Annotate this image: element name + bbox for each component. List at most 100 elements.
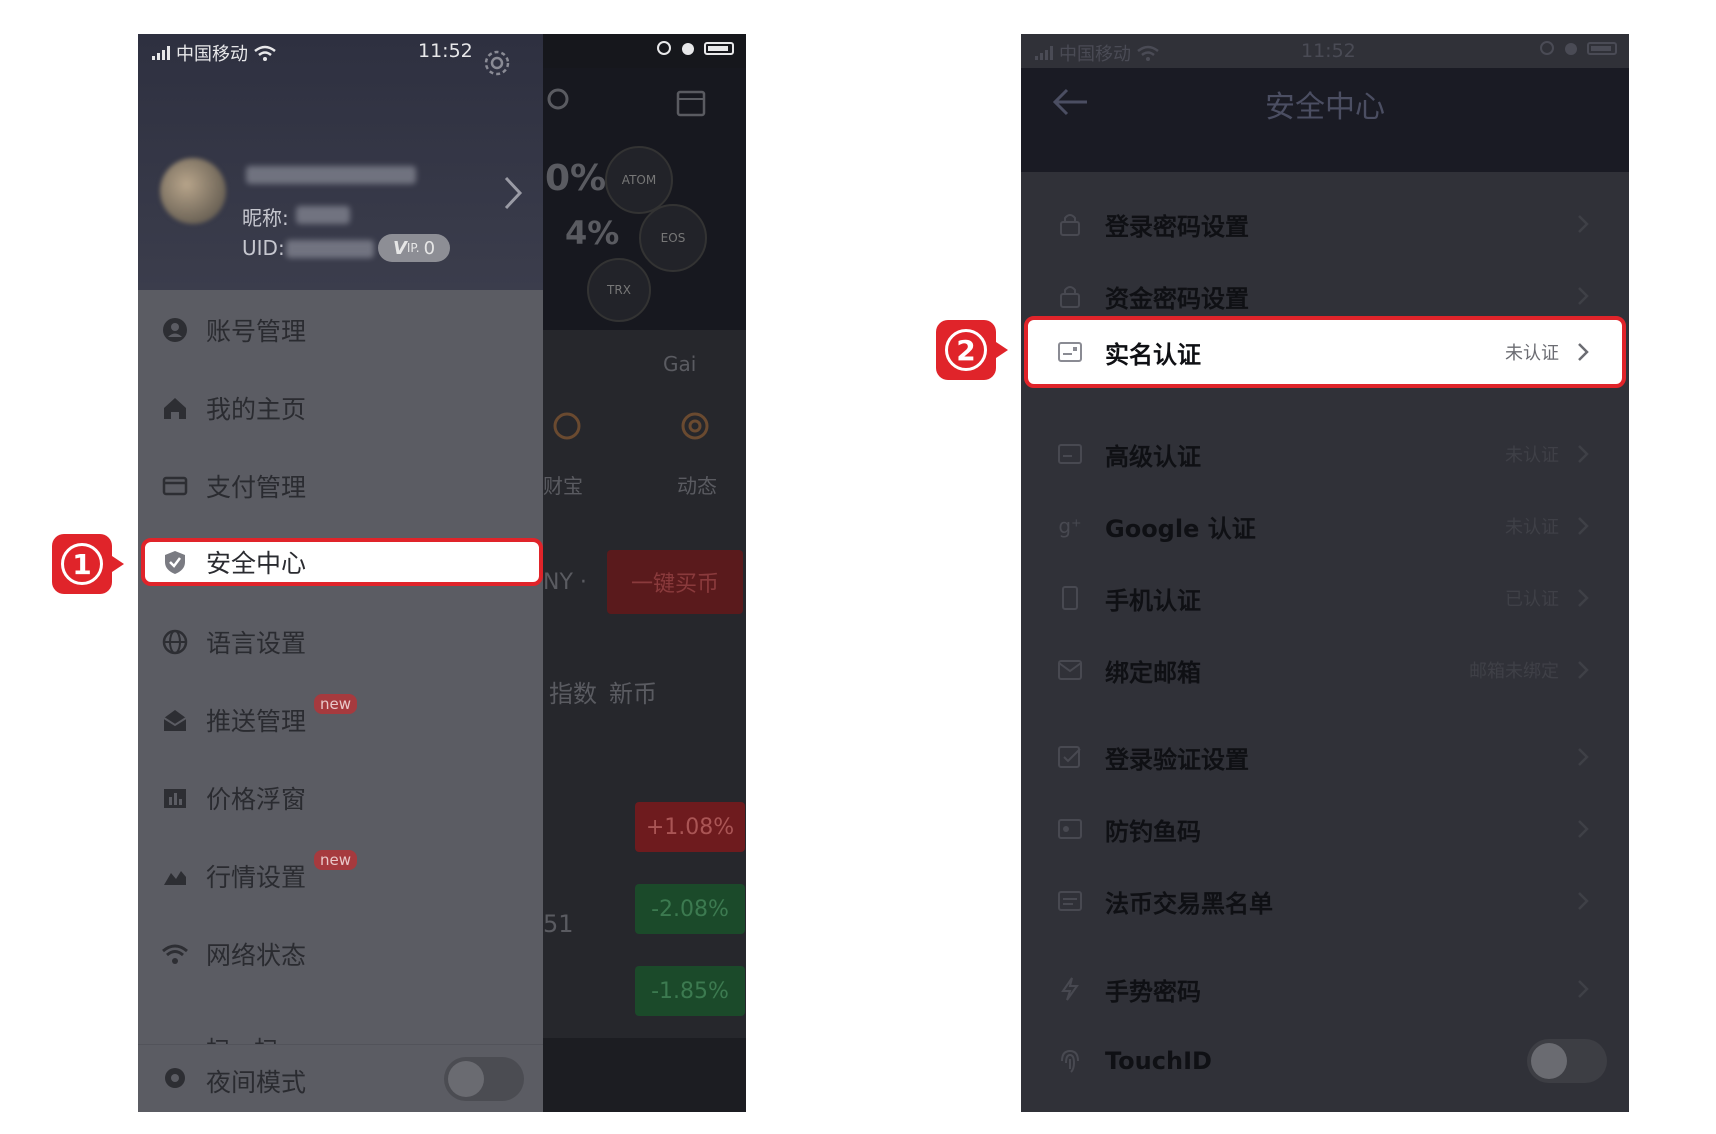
touchid-toggle[interactable] xyxy=(1527,1039,1607,1083)
check-box-icon xyxy=(1057,744,1083,770)
wifi-status-icon xyxy=(1137,45,1159,61)
uid-label: UID: xyxy=(242,236,285,260)
menu-item-network-status[interactable]: 网络状态 xyxy=(138,916,543,992)
coin-atom: ATOM xyxy=(605,146,673,214)
chevron-right-icon xyxy=(1577,820,1593,838)
menu-label: 支付管理 xyxy=(206,473,307,502)
row-status: 未认证 xyxy=(1505,445,1559,466)
avatar[interactable] xyxy=(160,158,226,224)
row-status: 未认证 xyxy=(1505,517,1559,538)
coin-trx: TRX xyxy=(587,258,651,322)
menu-item-language[interactable]: 语言设置 xyxy=(138,604,543,680)
row-fiat-blacklist[interactable]: 法币交易黑名单 xyxy=(1021,866,1629,936)
chevron-right-icon xyxy=(1577,215,1593,233)
new-badge: new xyxy=(314,694,358,714)
row-advanced-verification[interactable]: 高级认证 未认证 xyxy=(1021,419,1629,489)
rotation-lock-icon xyxy=(657,41,671,55)
chevron-right-icon xyxy=(1577,748,1593,766)
carrier-group: 中国移动 xyxy=(1035,40,1159,66)
menu-label: 网络状态 xyxy=(206,941,307,970)
nickname-label: 昵称: xyxy=(242,206,289,230)
signal-icon xyxy=(152,46,170,60)
menu-item-payment[interactable]: 支付管理 xyxy=(138,448,543,524)
google-plus-icon: g⁺ xyxy=(1058,514,1082,538)
chevron-right-icon xyxy=(1577,892,1593,910)
row-label: 实名认证 xyxy=(1105,340,1201,369)
menu-label: 行情设置 xyxy=(206,863,307,892)
chevron-right-icon xyxy=(1577,287,1593,305)
row-phone-verification[interactable]: 手机认证 已认证 xyxy=(1021,563,1629,633)
globe-icon xyxy=(160,627,190,657)
row-login-verification[interactable]: 登录验证设置 xyxy=(1021,722,1629,792)
card-icon xyxy=(160,471,190,501)
step-2-number: 2 xyxy=(945,329,987,371)
bar-chart-icon xyxy=(160,783,190,813)
row-status: 未认证 xyxy=(1505,343,1559,364)
profile-chevron-icon[interactable] xyxy=(502,174,524,212)
calendar-icon xyxy=(676,90,706,117)
page-title: 安全中心 xyxy=(1265,90,1385,125)
side-drawer: 昵称: UID: V IP. 0 账号管理 我的主页 支付管理 安全中心 语言设… xyxy=(138,34,543,1112)
fingerprint-icon xyxy=(1057,1048,1083,1074)
mountain-chart-icon xyxy=(160,861,190,891)
vip-letter: V xyxy=(392,237,407,259)
mail-open-icon xyxy=(160,705,190,735)
lightning-icon xyxy=(1057,976,1083,1002)
menu-item-account[interactable]: 账号管理 xyxy=(138,292,543,368)
status-right-icons xyxy=(1539,40,1617,56)
row-label: 登录密码设置 xyxy=(1105,212,1249,241)
menu-item-security-center[interactable]: 安全中心 xyxy=(138,524,543,600)
row-label: 防钓鱼码 xyxy=(1105,817,1201,846)
menu-item-push[interactable]: 推送管理 new xyxy=(138,682,543,758)
bg-index-tab: 指数 xyxy=(549,680,597,708)
night-mode-row: 夜间模式 xyxy=(138,1044,543,1112)
bg-percent-1: 0% xyxy=(545,158,607,199)
step-2-callout: 2 xyxy=(936,320,1008,380)
rotation-lock-icon xyxy=(1540,41,1554,55)
menu-label: 账号管理 xyxy=(206,317,307,346)
status-time: 11:52 xyxy=(418,40,473,62)
list-icon xyxy=(1057,888,1083,914)
chevron-right-icon xyxy=(1577,343,1593,361)
carrier-name: 中国移动 xyxy=(1059,44,1131,65)
step-1-callout: 1 xyxy=(52,534,124,594)
lock-icon xyxy=(1057,211,1083,237)
id-card-icon xyxy=(1057,339,1083,365)
chevron-right-icon xyxy=(1577,589,1593,607)
menu-item-market-settings[interactable]: 行情设置 new xyxy=(138,838,543,914)
row-label: 手机认证 xyxy=(1105,586,1201,615)
shield-icon xyxy=(160,547,190,577)
alarm-icon xyxy=(1565,43,1577,55)
battery-icon xyxy=(704,41,734,55)
code-icon xyxy=(1057,816,1083,842)
carrier-group: 中国移动 xyxy=(152,40,276,66)
row-gesture-password[interactable]: 手势密码 xyxy=(1021,954,1629,1024)
wifi-status-icon xyxy=(254,45,276,61)
chevron-right-icon xyxy=(1577,445,1593,463)
bg-tabbar xyxy=(543,1038,746,1112)
row-bind-email[interactable]: 绑定邮箱 邮箱未绑定 xyxy=(1021,635,1629,705)
home-icon xyxy=(160,393,190,423)
wifi-icon xyxy=(160,939,190,969)
menu-item-price-window[interactable]: 价格浮窗 xyxy=(138,760,543,836)
night-mode-toggle[interactable] xyxy=(444,1057,524,1101)
menu-item-homepage[interactable]: 我的主页 xyxy=(138,370,543,446)
bg-dynamic-label: 动态 xyxy=(677,474,717,498)
id-card-icon xyxy=(1057,441,1083,467)
profile-header: 昵称: UID: V IP. 0 xyxy=(138,34,543,290)
row-login-password[interactable]: 登录密码设置 xyxy=(1021,189,1629,259)
bg-newcoin-tab: 新币 xyxy=(609,680,657,708)
row-realname-verification[interactable]: 实名认证 未认证 xyxy=(1021,317,1629,387)
menu-label: 我的主页 xyxy=(206,395,307,424)
vip-badge: V IP. 0 xyxy=(378,234,450,262)
night-mode-label: 夜间模式 xyxy=(206,1068,307,1097)
dynamic-icon xyxy=(681,412,709,440)
lock-icon xyxy=(1057,283,1083,309)
background-app: 0% 4% ATOM EOS TRX Gai 财宝 动态 NY · 一键买币 指… xyxy=(543,34,746,1112)
bg-gai-label: Gai xyxy=(663,352,697,376)
bg-currency-label: NY · xyxy=(543,570,587,595)
row-anti-phishing[interactable]: 防钓鱼码 xyxy=(1021,794,1629,864)
row-google-verification[interactable]: g⁺ Google 认证 未认证 xyxy=(1021,491,1629,561)
bg-change-3: -1.85% xyxy=(635,966,745,1016)
bg-change-2: -2.08% xyxy=(635,884,745,934)
